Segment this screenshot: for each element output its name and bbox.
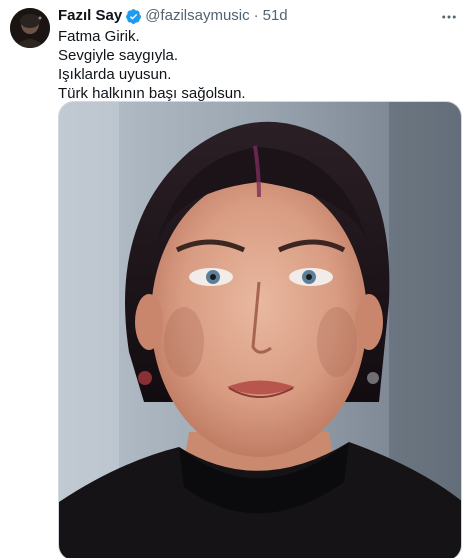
tweet-photo[interactable] xyxy=(58,101,462,558)
avatar[interactable] xyxy=(10,8,50,48)
author-name[interactable]: Fazıl Say xyxy=(58,7,122,25)
verified-badge-icon xyxy=(126,8,142,24)
timestamp[interactable]: 51d xyxy=(263,7,288,25)
tweet-text: Fatma Girik. Sevgiyle saygıyla. Işıklard… xyxy=(58,27,458,103)
author-handle[interactable]: @fazilsaymusic xyxy=(145,7,249,25)
tweet-header: Fazıl Say @fazilsaymusic · 51d xyxy=(58,7,288,25)
tweet: Fazıl Say @fazilsaymusic · 51d Fatma Gir… xyxy=(0,0,474,558)
tweet-text-line: Sevgiyle saygıyla. xyxy=(58,47,179,64)
tweet-text-line: Işıklarda uyusun. xyxy=(58,66,172,83)
tweet-text-line: Fatma Girik. xyxy=(58,28,140,45)
header-separator: · xyxy=(253,7,259,24)
more-options-icon[interactable] xyxy=(438,8,460,26)
